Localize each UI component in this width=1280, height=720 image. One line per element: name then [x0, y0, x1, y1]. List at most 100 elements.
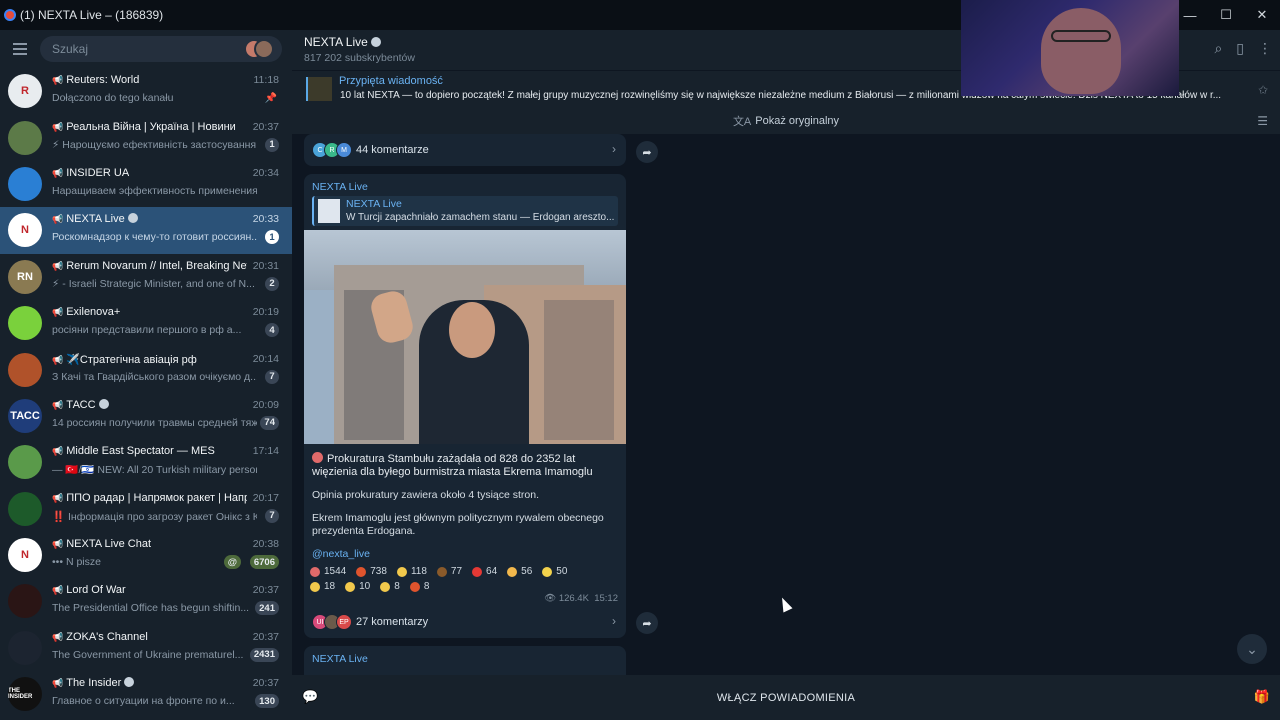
forwarded-reply[interactable]: NEXTA Live W Turcji zapachniało zamachem…: [312, 196, 618, 226]
chat-list-item[interactable]: 📢 Middle East Spectator — MES 17:14 — 🇹🇷/🇮🇱…: [0, 439, 292, 485]
subscriber-count: 817 202 subskrybentów: [304, 52, 415, 64]
chat-time: 20:37: [252, 584, 279, 597]
post-paragraph: Opinia prokuratury zawiera około 4 tysią…: [312, 489, 540, 501]
channel-icon: 📢: [52, 260, 64, 271]
post-title-text: Prokuratura Stambułu zażądała od 828 do …: [312, 453, 593, 478]
reaction-chip[interactable]: 118: [396, 566, 427, 577]
chat-list-item[interactable]: 📢 ✈️Стратегічна авіація рф 20:14 З Качі та …: [0, 346, 292, 392]
reaction-chip[interactable]: 50: [542, 566, 567, 577]
reaction-chip[interactable]: 738: [356, 566, 387, 577]
chat-preview: росіяни представили першого в рф а...: [52, 324, 242, 337]
chat-preview: The Presidential Office has begun shifti…: [52, 602, 250, 615]
reaction-chip[interactable]: 1544: [310, 566, 346, 577]
search-icon[interactable]: ⌕: [1214, 40, 1222, 57]
chat-list-item[interactable]: 📢 Lord Of War 20:37 The Presidential Office…: [0, 578, 292, 624]
chat-list-item[interactable]: RN 📢Rerum Novarum // Intel, Breaking News…: [0, 254, 292, 300]
sidebar-toggle-icon[interactable]: ▯: [1236, 40, 1244, 57]
channel-icon: 📢: [52, 167, 64, 178]
chat-name: 📢 Exilenova+: [52, 306, 120, 318]
reaction-chip[interactable]: 8: [380, 581, 400, 592]
more-icon[interactable]: ⋮: [1258, 40, 1272, 57]
discussion-icon[interactable]: 💬: [302, 689, 319, 705]
chat-name-text: INSIDER UA: [66, 166, 130, 179]
reaction-emoji-icon: [507, 566, 518, 577]
share-button[interactable]: ➦: [636, 141, 658, 163]
channel-icon: 📢: [52, 307, 64, 318]
reply-thumbnail: [318, 199, 340, 223]
chat-name-text: NEXTA Live Chat: [66, 538, 151, 551]
window-controls: — ☐ ✕: [1172, 0, 1280, 30]
channel-icon: 📢: [52, 492, 64, 503]
chat-time: 20:33: [252, 213, 279, 226]
unread-badge: 1: [265, 137, 279, 152]
reaction-chip[interactable]: 77: [436, 566, 462, 577]
chat-name-text: ZOKA's Channel: [66, 630, 148, 643]
channel-icon: 📢: [52, 214, 64, 225]
reply-author: NEXTA Live: [346, 198, 402, 210]
reaction-chip[interactable]: 64: [472, 566, 497, 577]
unread-badge: 241: [255, 601, 279, 616]
pinned-label: Przypięta wiadomość: [339, 75, 443, 87]
commenter-avatars: CRM: [312, 142, 352, 158]
chat-list-item[interactable]: N 📢 NEXTA Live Chat 20:38 ••• N pisze 6706 @: [0, 532, 292, 578]
chat-list-item[interactable]: N 📢 NEXTA Live 20:33 Роскомнадзор к чему-то …: [0, 207, 292, 254]
chat-preview: 14 россиян получили травмы средней тяже.…: [52, 416, 257, 429]
channel-icon: 📢: [52, 631, 64, 642]
reaction-chip[interactable]: 10: [345, 581, 370, 592]
reaction-count: 118: [410, 566, 427, 577]
verified-icon: [127, 213, 138, 224]
chat-avatar: [8, 120, 42, 155]
chat-avatar: [8, 166, 42, 201]
chat-list-item[interactable]: THE INSIDER 📢 The Insider 20:37 Главное о си…: [0, 671, 292, 717]
maximize-button[interactable]: ☐: [1208, 0, 1244, 30]
chat-list-item[interactable]: 📢 Реальна Війна | Україна | Новини 20:37 ⚡ …: [0, 114, 292, 160]
channel-link[interactable]: @nexta_live: [304, 538, 626, 560]
post-author[interactable]: NEXTA Live: [304, 174, 626, 193]
chat-list-item[interactable]: 📢 INSIDER UA 20:34 Наращиваем эффективность…: [0, 161, 292, 207]
chat-time: 20:19: [252, 306, 279, 319]
close-button[interactable]: ✕: [1244, 0, 1280, 30]
chat-name-text: Middle East Spectator — MES: [66, 445, 215, 458]
chat-name: 📢 INSIDER UA: [52, 167, 129, 179]
reaction-chip[interactable]: 8: [409, 581, 429, 592]
chat-list-item[interactable]: ТАСС 📢 ТАСС 20:09 14 россиян получили травмы…: [0, 393, 292, 439]
chat-name-text: Rerum Novarum // Intel, Breaking News...: [66, 259, 247, 272]
share-button[interactable]: ➦: [636, 612, 658, 634]
chat-list: R 📢 Reuters: World 11:18 Dołączono do tego k…: [0, 68, 292, 717]
chat-name-text: ППО радар | Напрямок ракет | Напря...: [66, 491, 247, 504]
chat-list-item[interactable]: 📢 ZOKA's Channel 20:37 The Government of Uk…: [0, 625, 292, 671]
chat-time: 11:18: [253, 74, 280, 87]
translate-settings-icon[interactable]: ☰: [1257, 114, 1268, 128]
gift-icon[interactable]: 🎁: [1254, 689, 1271, 705]
folder-avatars[interactable]: [244, 39, 274, 59]
chat-name-text: Lord Of War: [66, 584, 126, 597]
comments-button[interactable]: UI EP 27 komentarzy ›: [304, 606, 626, 638]
post-author[interactable]: NEXTA Live: [304, 646, 626, 665]
chat-avatar: THE INSIDER: [8, 677, 42, 712]
reaction-chip[interactable]: 56: [507, 566, 532, 577]
chat-list-item[interactable]: 📢 ППО радар | Напрямок ракет | Напря... 20…: [0, 486, 292, 532]
reaction-emoji-icon: [356, 566, 367, 577]
post-time: 15:12: [594, 593, 618, 604]
pin-list-icon[interactable]: ✩: [1258, 83, 1268, 97]
enable-notifications-button[interactable]: WŁĄCZ POWIADOMIENIA: [717, 692, 855, 704]
reaction-chip[interactable]: 18: [310, 581, 335, 592]
chat-name-text: ТАСС: [66, 398, 96, 411]
chat-avatar: [8, 584, 42, 619]
chat-list-item[interactable]: R 📢 Reuters: World 11:18 Dołączono do tego k…: [0, 68, 292, 114]
chat-avatar: [8, 352, 42, 387]
translate-bar[interactable]: 文A Pokaż oryginalny ☰: [292, 108, 1280, 134]
verified-icon: [98, 398, 109, 409]
post-photo[interactable]: [304, 230, 626, 444]
comments-button[interactable]: CRM 44 komentarze ›: [304, 134, 626, 166]
mention-badge: @: [223, 555, 241, 570]
search-input[interactable]: Szukaj: [40, 36, 282, 62]
chat-preview: Наращиваем эффективность применения о...: [52, 184, 257, 197]
reaction-count: 64: [486, 566, 498, 577]
menu-icon[interactable]: [0, 30, 40, 68]
scroll-down-button[interactable]: ⌄: [1237, 634, 1267, 664]
chat-list-item[interactable]: 📢 Exilenova+ 20:19 росіяни представили перш…: [0, 300, 292, 346]
chat-name: 📢 NEXTA Live: [52, 213, 138, 225]
view-count: 126.4K: [558, 593, 589, 604]
verified-icon: [124, 677, 135, 688]
